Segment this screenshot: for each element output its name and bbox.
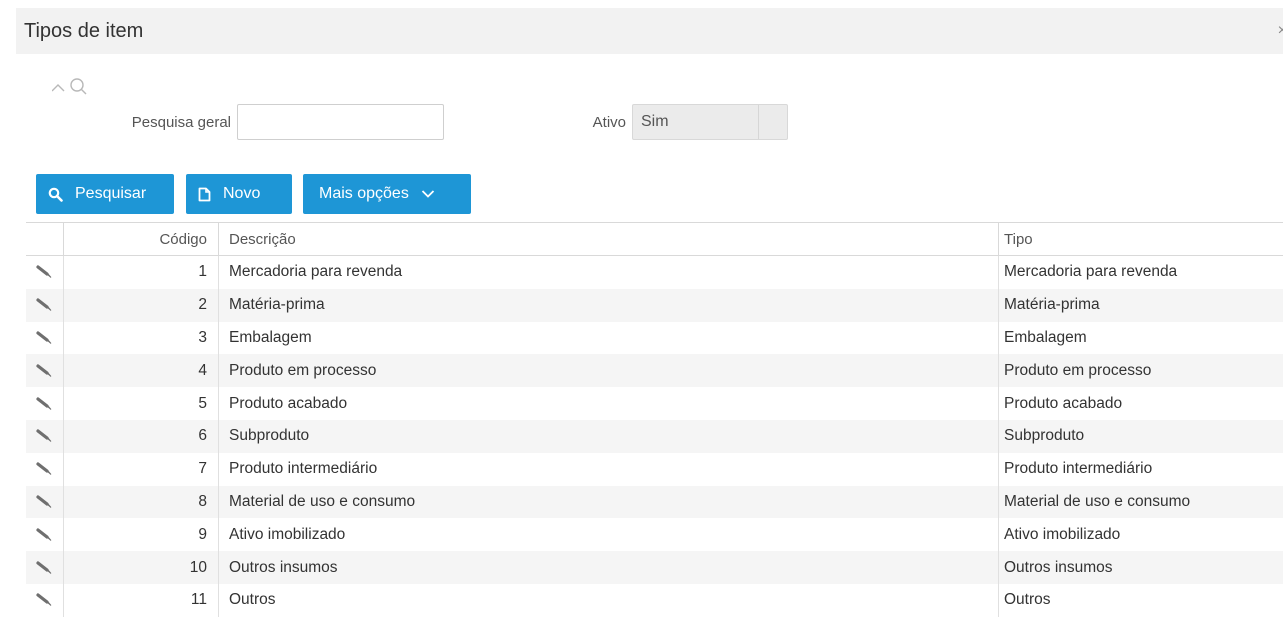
cell-descricao: Matéria-prima [219, 288, 999, 322]
cell-descricao: Outros [219, 583, 999, 617]
cell-codigo: 11 [64, 583, 219, 617]
cell-descricao: Embalagem [219, 321, 999, 355]
table-header: Código Descrição Tipo [26, 223, 1283, 256]
ativo-label: Ativo [592, 114, 626, 131]
cell-tipo: Subproduto [1004, 427, 1085, 445]
header-codigo[interactable]: Código [64, 223, 219, 255]
cell-codigo: 2 [64, 288, 219, 322]
table-row[interactable]: 9 Ativo imobilizado Ativo imobilizado [26, 518, 1283, 552]
row-edit-cell [26, 354, 64, 388]
cell-descricao: Produto acabado [219, 387, 999, 420]
cell-descricao: Ativo imobilizado [219, 518, 999, 552]
pencil-icon[interactable] [35, 298, 54, 312]
cell-descricao: Material de uso e consumo [219, 485, 999, 519]
pencil-icon[interactable] [35, 593, 54, 607]
cell-tipo: Produto em processo [1004, 361, 1152, 379]
table-row[interactable]: 8 Material de uso e consumo Material de us… [26, 485, 1283, 519]
new-document-icon [198, 187, 211, 202]
cell-tipo: Outros insumos [1004, 558, 1113, 576]
row-edit-cell [26, 551, 64, 584]
close-icon[interactable]: × [1278, 22, 1283, 40]
row-edit-cell [26, 452, 64, 486]
select-divider [758, 105, 759, 139]
table-row[interactable]: 11 Outros Outros [26, 583, 1283, 617]
pencil-icon[interactable] [35, 495, 54, 509]
chevron-up-icon [51, 78, 87, 95]
new-button-label: Novo [223, 185, 261, 202]
row-edit-cell [26, 583, 64, 617]
cell-tipo: Outros [1004, 591, 1051, 609]
search-input[interactable] [237, 104, 444, 140]
header-edit [26, 223, 64, 255]
header-descricao[interactable]: Descrição [219, 223, 999, 255]
more-options-button[interactable]: Mais opções [303, 174, 471, 214]
ativo-select[interactable]: Sim [632, 104, 788, 140]
cell-tipo: Material de uso e consumo [1004, 492, 1191, 510]
header-tipo[interactable]: Tipo [999, 223, 1283, 255]
row-edit-cell [26, 288, 64, 322]
search-label: Pesquisa geral [131, 114, 231, 131]
item-types-table: Código Descrição Tipo 1 Mercadoria para r… [26, 222, 1283, 617]
cell-descricao: Produto em processo [219, 354, 999, 388]
dialog-window: Tipos de item × Pesquisa geral Ativo Sim… [0, 0, 1283, 621]
table-row[interactable]: 5 Produto acabado Produto acabado [26, 387, 1283, 420]
cell-codigo: 7 [64, 452, 219, 486]
cell-descricao: Outros insumos [219, 551, 999, 584]
cell-codigo: 10 [64, 551, 219, 584]
pencil-icon[interactable] [35, 265, 54, 279]
ativo-select-value: Sim [641, 113, 669, 130]
cell-tipo: Mercadoria para revenda [1004, 263, 1178, 281]
row-edit-cell [26, 518, 64, 552]
search-button[interactable]: Pesquisar [36, 174, 174, 214]
pencil-icon[interactable] [35, 396, 54, 411]
row-edit-cell [26, 485, 64, 519]
pencil-icon[interactable] [35, 364, 54, 378]
table-row[interactable]: 4 Produto em processo Produto em processo [26, 354, 1283, 388]
chevron-down-icon [421, 189, 435, 199]
row-edit-cell [26, 419, 64, 453]
pencil-icon[interactable] [35, 528, 54, 542]
pencil-icon[interactable] [35, 560, 54, 575]
cell-codigo: 4 [64, 354, 219, 388]
more-options-label: Mais opções [319, 185, 409, 202]
pencil-icon[interactable] [35, 462, 54, 476]
table-row[interactable]: 2 Matéria-prima Matéria-prima [26, 288, 1283, 322]
row-edit-cell [26, 321, 64, 355]
cell-tipo: Produto intermediário [1004, 460, 1153, 478]
cell-tipo: Produto acabado [1004, 394, 1123, 412]
cell-codigo: 5 [64, 387, 219, 420]
new-button[interactable]: Novo [186, 174, 292, 214]
cell-descricao: Produto intermediário [219, 452, 999, 486]
table-row[interactable]: 1 Mercadoria para revenda Mercadoria para … [26, 256, 1283, 289]
table-row[interactable]: 3 Embalagem Embalagem [26, 321, 1283, 355]
cell-codigo: 1 [64, 256, 219, 289]
cell-codigo: 3 [64, 321, 219, 355]
cell-codigo: 6 [64, 419, 219, 453]
cell-codigo: 8 [64, 485, 219, 519]
table-row[interactable]: 7 Produto intermediário Produto intermediá… [26, 452, 1283, 486]
cell-descricao: Mercadoria para revenda [219, 256, 999, 289]
dialog-title: Tipos de item [24, 20, 144, 42]
title-bar: Tipos de item × [16, 8, 1283, 54]
row-edit-cell [26, 387, 64, 420]
pencil-icon[interactable] [35, 429, 54, 443]
cell-tipo: Embalagem [1004, 328, 1087, 346]
table-row[interactable]: 10 Outros insumos Outros insumos [26, 551, 1283, 584]
filter-panel-toggle[interactable] [51, 76, 112, 100]
search-button-label: Pesquisar [75, 185, 147, 202]
cell-descricao: Subproduto [219, 419, 999, 453]
table-row[interactable]: 6 Subproduto Subproduto [26, 419, 1283, 453]
row-edit-cell [26, 256, 64, 289]
cell-tipo: Matéria-prima [1004, 296, 1100, 314]
pencil-icon[interactable] [35, 331, 54, 345]
cell-codigo: 9 [64, 518, 219, 552]
search-icon [48, 187, 63, 202]
cell-tipo: Ativo imobilizado [1004, 525, 1121, 543]
